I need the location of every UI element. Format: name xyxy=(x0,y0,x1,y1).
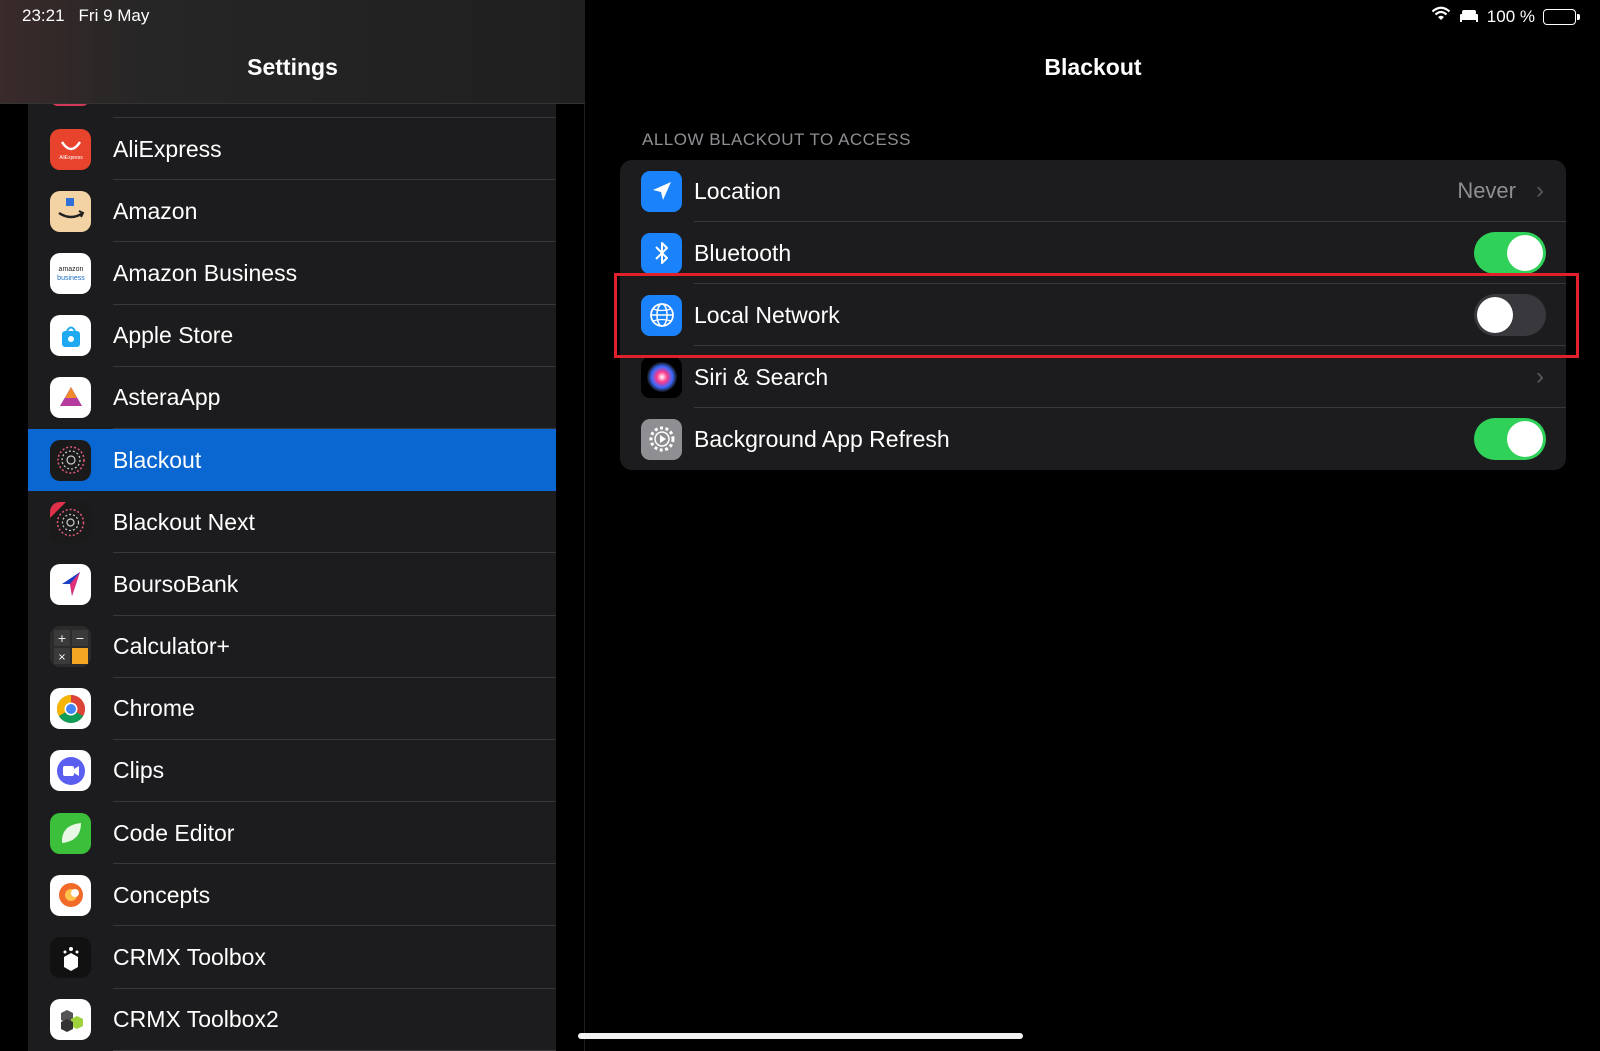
settings-sidebar: Settings AliExpress AliExpress Amazon am… xyxy=(0,0,585,1051)
battery-percentage: 100 % xyxy=(1486,6,1535,26)
svg-text:−: − xyxy=(75,632,84,645)
chevron-right-icon: › xyxy=(1536,363,1544,390)
boursobank-icon xyxy=(50,563,91,605)
chevron-right-icon: › xyxy=(1536,177,1544,204)
sidebar-item-label: Apple Store xyxy=(113,322,234,349)
location-value: Never xyxy=(1457,178,1516,203)
svg-text:×: × xyxy=(57,652,65,663)
sidebar-item-label: Chrome xyxy=(113,695,195,722)
home-indicator[interactable] xyxy=(578,1033,1023,1039)
battery-icon xyxy=(1543,8,1580,25)
location-label: Location xyxy=(694,177,781,204)
svg-text:AliExpress: AliExpress xyxy=(59,155,83,160)
blackout-icon xyxy=(50,439,91,481)
sidebar-item-label: BoursoBank xyxy=(113,570,239,597)
calculator-icon: + − × xyxy=(50,626,91,668)
blackout-next-icon xyxy=(50,501,91,543)
bluetooth-icon xyxy=(641,232,682,274)
clips-icon xyxy=(50,750,91,792)
app-list: AliExpress AliExpress Amazon amazon busin… xyxy=(28,104,556,1051)
sidebar-item-boursobank[interactable]: BoursoBank xyxy=(28,553,556,616)
background-app-refresh-label: Background App Refresh xyxy=(694,425,950,452)
sidebar-item-aliexpress[interactable]: AliExpress AliExpress xyxy=(28,118,556,181)
crmx-toolbox-icon xyxy=(50,937,91,979)
sidebar-item-label: Clips xyxy=(113,757,165,784)
page-title: Blackout xyxy=(1044,54,1142,80)
status-date: Fri 9 May xyxy=(78,6,150,25)
sidebar-item-clips[interactable]: Clips xyxy=(28,740,556,803)
concepts-icon xyxy=(50,874,91,916)
sidebar-item-crmx-toolbox[interactable]: CRMX Toolbox xyxy=(28,926,556,989)
sidebar-item-label: AliExpress xyxy=(113,135,222,162)
chrome-icon xyxy=(50,688,91,730)
sidebar-item-blackout[interactable]: Blackout xyxy=(28,428,556,492)
sidebar-item-label: Amazon xyxy=(113,197,198,224)
amazon-business-icon: amazon business xyxy=(50,252,91,294)
location-arrow-icon xyxy=(641,170,682,212)
sidebar-item-label: AsteraApp xyxy=(113,384,221,411)
sidebar-item-label: CRMX Toolbox xyxy=(113,944,266,971)
status-bar-left: 23:21 Fri 9 May xyxy=(22,6,149,26)
siri-icon xyxy=(641,356,682,398)
sidebar-item-label: Calculator+ xyxy=(113,633,230,660)
code-editor-icon xyxy=(50,812,91,854)
status-bar-right: 100 % xyxy=(1431,6,1580,27)
svg-text:+: + xyxy=(57,632,66,645)
sidebar-item-label: Blackout xyxy=(113,446,202,473)
sidebar-item-concepts[interactable]: Concepts xyxy=(28,864,556,927)
sidebar-item-amazon[interactable]: Amazon xyxy=(28,180,556,243)
sidebar-item-label: CRMX Toolbox2 xyxy=(113,1006,279,1033)
bluetooth-label: Bluetooth xyxy=(694,239,792,266)
svg-text:business: business xyxy=(57,275,85,282)
svg-text:amazon: amazon xyxy=(58,266,83,273)
sidebar-item-label: Blackout Next xyxy=(113,508,255,535)
section-header: ALLOW BLACKOUT TO ACCESS xyxy=(642,130,911,149)
amazon-icon xyxy=(50,190,91,232)
annotation-highlight-box xyxy=(614,273,1579,358)
siri-search-label: Siri & Search xyxy=(694,363,829,390)
wifi-icon xyxy=(1431,6,1451,27)
sidebar-item-calculator[interactable]: + − × Calculator+ xyxy=(28,616,556,678)
sidebar-item-apple-store[interactable]: Apple Store xyxy=(28,305,556,367)
sidebar-item-chrome[interactable]: Chrome xyxy=(28,678,556,740)
crmx-toolbox2-icon xyxy=(50,999,91,1041)
status-time: 23:21 xyxy=(22,6,65,25)
sidebar-item-amazon-business[interactable]: amazon business Amazon Business xyxy=(28,242,556,305)
sidebar-item-label: Concepts xyxy=(113,881,211,908)
detail-pane: Blackout ALLOW BLACKOUT TO ACCESS Locati… xyxy=(586,0,1600,1051)
sleep-focus-icon xyxy=(1459,7,1479,27)
location-row[interactable]: Location Never › xyxy=(620,160,1566,222)
sidebar-title: Settings xyxy=(247,54,338,80)
sidebar-item-blackout-next[interactable]: Blackout Next xyxy=(28,491,556,554)
background-app-refresh-toggle[interactable] xyxy=(1474,418,1546,460)
gear-icon xyxy=(641,418,682,460)
bluetooth-toggle[interactable] xyxy=(1474,232,1546,274)
aliexpress-icon: AliExpress xyxy=(50,128,91,170)
sidebar-item-code-editor[interactable]: Code Editor xyxy=(28,802,556,865)
background-app-refresh-row: Background App Refresh xyxy=(620,408,1566,470)
apple-store-icon xyxy=(50,315,91,357)
astera-icon xyxy=(50,377,91,419)
sidebar-item-asteraapp[interactable]: AsteraApp xyxy=(28,367,556,429)
sidebar-item-crmx-toolbox2[interactable]: CRMX Toolbox2 xyxy=(28,989,556,1051)
sidebar-item-label: Code Editor xyxy=(113,819,235,846)
sidebar-item-label: Amazon Business xyxy=(113,259,298,286)
